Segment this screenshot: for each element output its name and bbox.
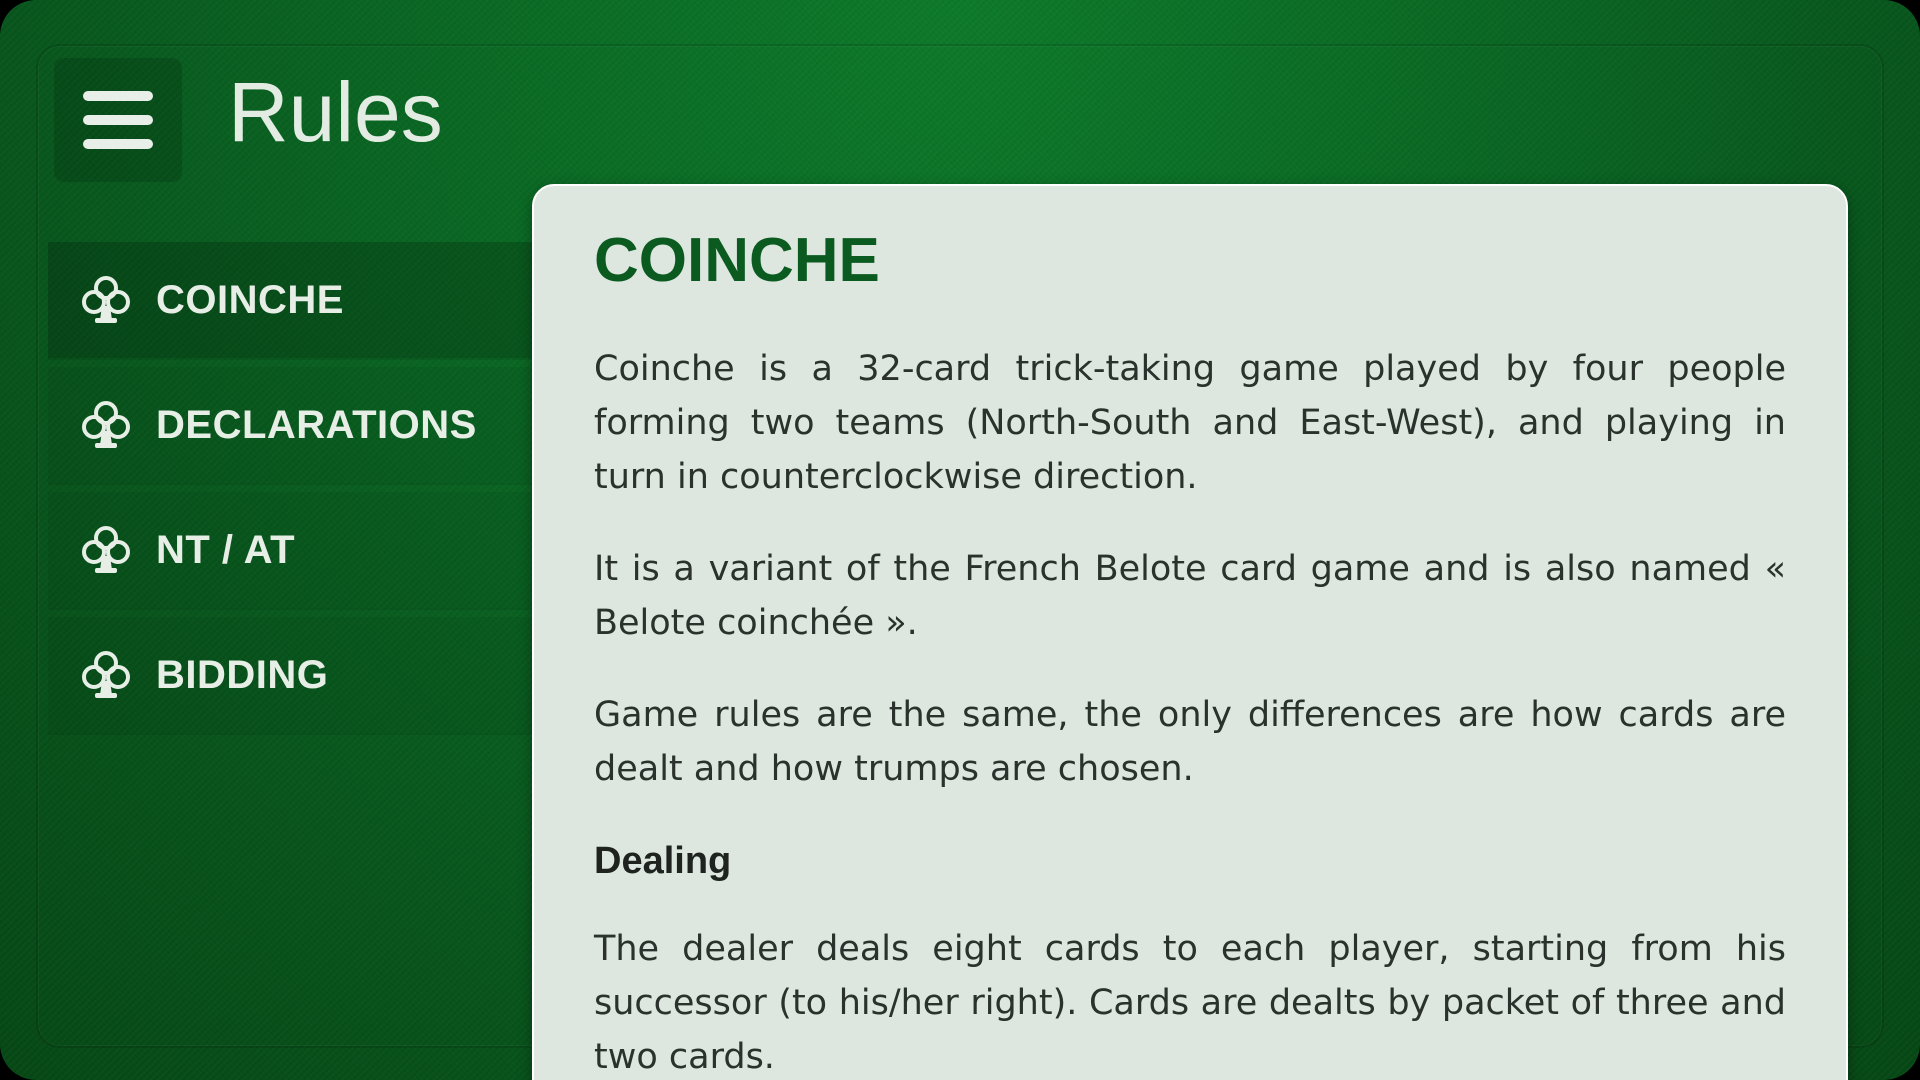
club-suit-icon <box>78 647 134 703</box>
hamburger-menu-icon <box>83 91 153 149</box>
game-screen: Rules COINCHE DECLARATIONS NT / AT BIDDI… <box>0 0 1920 1080</box>
rules-content-panel[interactable]: COINCHE Coinche is a 32-card trick-takin… <box>532 184 1848 1080</box>
sidebar-item-nt-at[interactable]: NT / AT <box>48 492 532 608</box>
sidebar-item-label: COINCHE <box>156 277 344 322</box>
rules-content-body: COINCHE Coinche is a 32-card trick-takin… <box>534 186 1846 1080</box>
sidebar-item-bidding[interactable]: BIDDING <box>48 617 532 733</box>
club-suit-icon <box>78 522 134 578</box>
page-title: Rules <box>228 65 443 159</box>
content-paragraph: Game rules are the same, the only differ… <box>594 695 1786 789</box>
sidebar-item-label: DECLARATIONS <box>156 402 477 447</box>
sidebar-item-declarations[interactable]: DECLARATIONS <box>48 367 532 483</box>
sidebar-item-label: NT / AT <box>156 527 296 572</box>
content-paragraph: It is a variant of the French Belote car… <box>594 549 1786 643</box>
menu-button[interactable] <box>54 58 182 182</box>
sidebar-item-label: BIDDING <box>156 652 329 697</box>
content-paragraph: The dealer deals eight cards to each pla… <box>594 929 1786 1077</box>
content-heading: COINCHE <box>594 226 880 295</box>
content-subheading-dealing: Dealing <box>594 840 732 882</box>
club-suit-icon <box>78 397 134 453</box>
rules-sidebar: COINCHE DECLARATIONS NT / AT BIDDING <box>48 242 532 742</box>
content-paragraph: Coinche is a 32-card trick-taking game p… <box>594 349 1786 497</box>
sidebar-item-coinche[interactable]: COINCHE <box>48 242 532 358</box>
club-suit-icon <box>78 272 134 328</box>
